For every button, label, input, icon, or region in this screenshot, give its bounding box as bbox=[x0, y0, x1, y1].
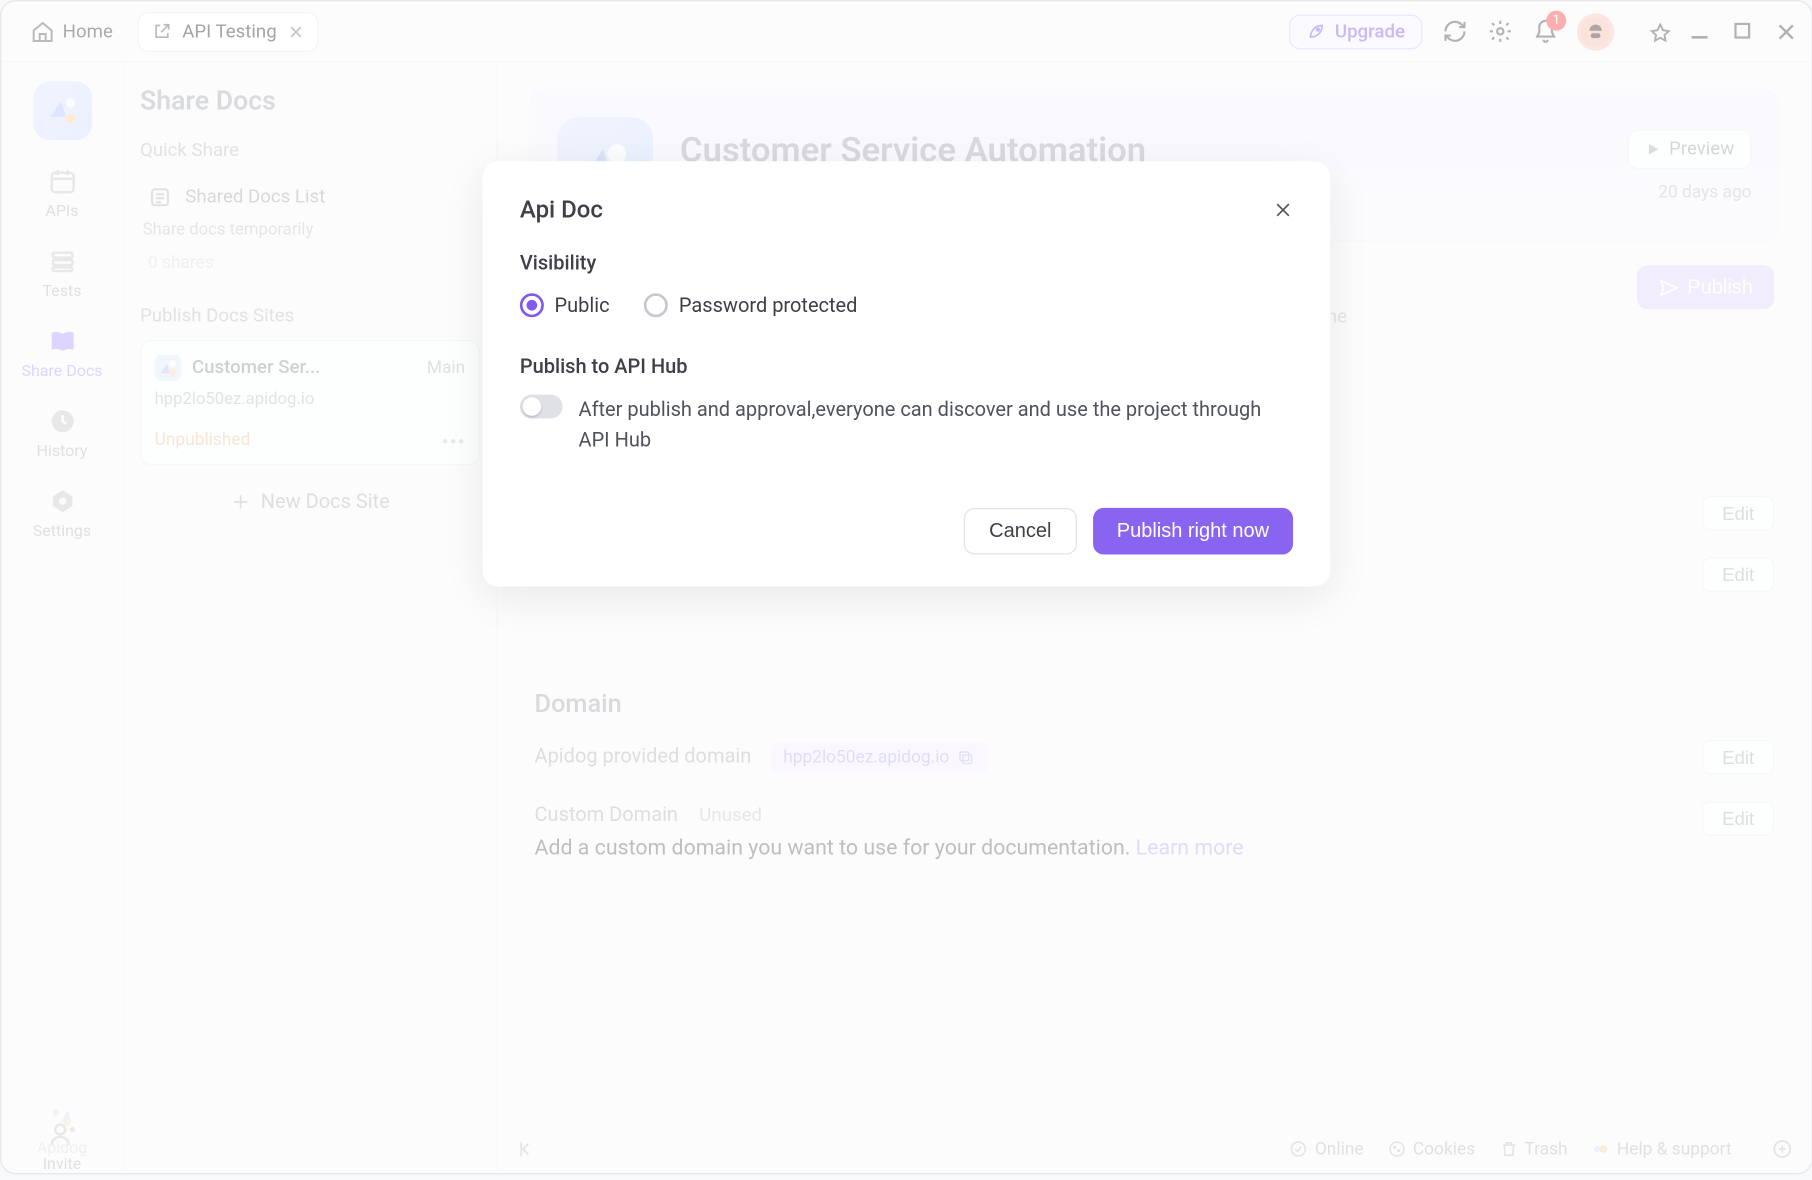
modal-hub-label: Publish to API Hub bbox=[520, 355, 1293, 379]
modal-overlay: Api Doc Visibility Public Password prote… bbox=[1, 1, 1811, 1173]
publish-hub-desc: After publish and approval,everyone can … bbox=[579, 395, 1293, 455]
visibility-password-radio[interactable]: Password protected bbox=[644, 293, 857, 317]
modal-publish-now-button[interactable]: Publish right now bbox=[1093, 508, 1293, 555]
api-doc-modal: Api Doc Visibility Public Password prote… bbox=[483, 161, 1331, 586]
public-label: Public bbox=[555, 293, 610, 317]
modal-close-icon[interactable] bbox=[1273, 200, 1293, 220]
modal-visibility-label: Visibility bbox=[520, 251, 1293, 275]
radio-icon bbox=[520, 293, 544, 317]
password-label: Password protected bbox=[679, 293, 858, 317]
publish-hub-toggle[interactable] bbox=[520, 395, 563, 419]
modal-cancel-button[interactable]: Cancel bbox=[964, 508, 1077, 555]
visibility-public-radio[interactable]: Public bbox=[520, 293, 610, 317]
modal-title: Api Doc bbox=[520, 196, 603, 224]
radio-icon bbox=[644, 293, 668, 317]
